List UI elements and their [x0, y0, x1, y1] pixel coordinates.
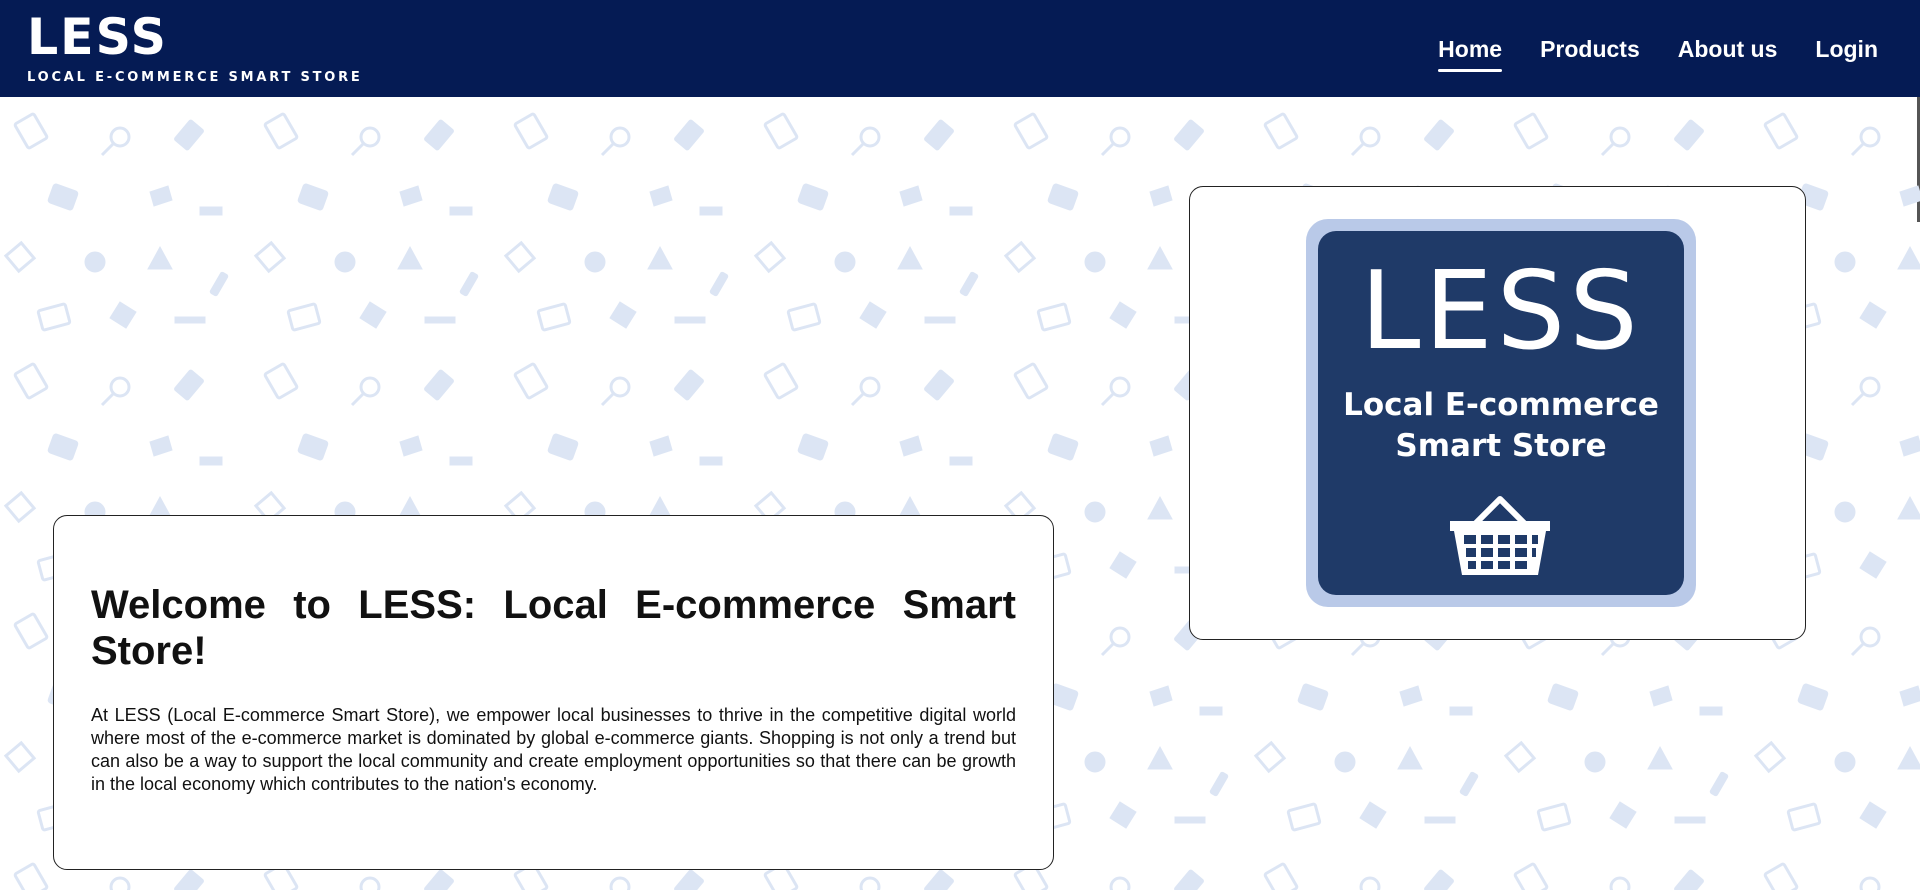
- welcome-card: Welcome to LESS: Local E-commerce Smart …: [53, 515, 1054, 870]
- store-logo-image: LESS Local E-commerce Smart Store: [1306, 219, 1696, 607]
- brand-logo[interactable]: LESS LOCAL E-COMMERCE SMART STORE: [27, 8, 363, 85]
- welcome-body: At LESS (Local E-commerce Smart Store), …: [91, 705, 1016, 794]
- welcome-title: Welcome to LESS: Local E-commerce Smart …: [91, 583, 1016, 673]
- brand-title: LESS: [27, 8, 168, 66]
- nav-home[interactable]: Home: [1438, 36, 1502, 72]
- logo-big-text: LESS: [1360, 249, 1642, 374]
- logo-line-1: Local E-commerce: [1343, 387, 1659, 423]
- nav-products[interactable]: Products: [1540, 36, 1640, 71]
- shopping-basket-icon: [1450, 496, 1550, 575]
- site-header: LESS LOCAL E-COMMERCE SMART STORE Home P…: [0, 0, 1920, 97]
- store-logo-inner: LESS Local E-commerce Smart Store: [1318, 231, 1684, 595]
- main-nav: Home Products About us Login: [1438, 36, 1878, 72]
- logo-line-2: Smart Store: [1395, 428, 1607, 464]
- brand-subtitle: LOCAL E-COMMERCE SMART STORE: [27, 70, 363, 85]
- nav-about-us[interactable]: About us: [1678, 36, 1778, 71]
- nav-login[interactable]: Login: [1815, 36, 1878, 71]
- logo-card: LESS Local E-commerce Smart Store: [1189, 186, 1806, 640]
